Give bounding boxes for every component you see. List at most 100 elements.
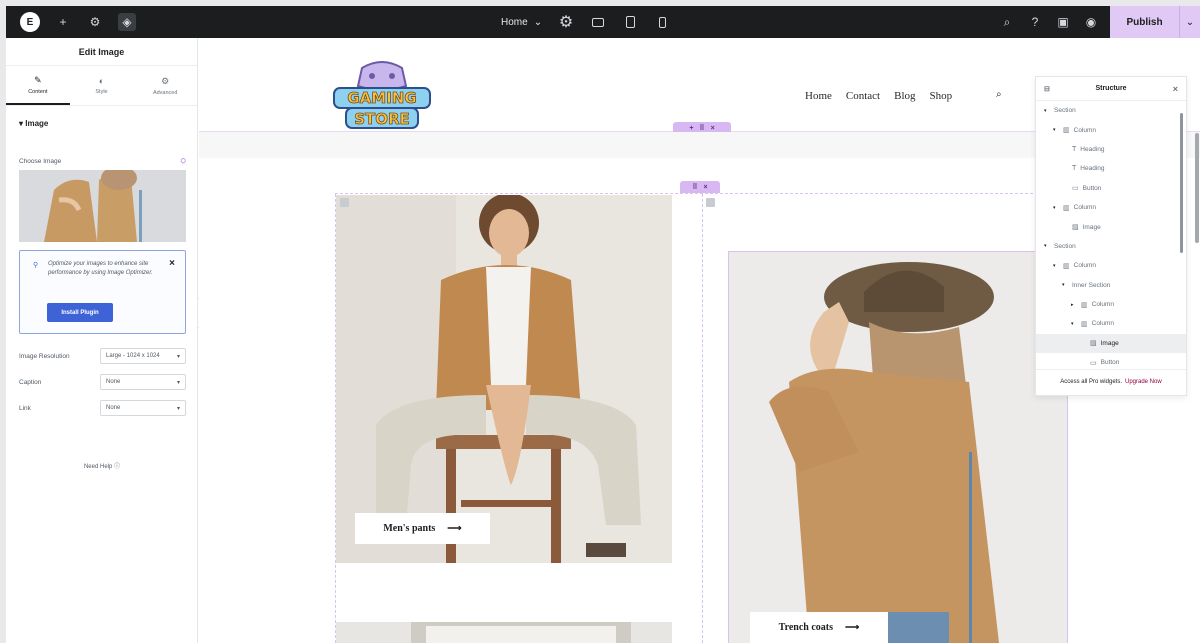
- structure-item-heading[interactable]: T Heading: [1036, 140, 1186, 159]
- image-thumbnail[interactable]: [19, 170, 186, 242]
- site-settings-icon[interactable]: ⚙: [86, 13, 104, 31]
- structure-item-heading[interactable]: T Heading: [1036, 159, 1186, 178]
- column-edit-handle[interactable]: [340, 198, 349, 207]
- image-resolution-select[interactable]: Large - 1024 x 1024 ▾: [100, 348, 186, 364]
- mens-pants-image[interactable]: [336, 195, 672, 563]
- tab-content[interactable]: ✎ Content: [6, 66, 70, 105]
- structure-toggle-icon[interactable]: ◈: [118, 13, 136, 31]
- tab-advanced[interactable]: ⚙ Advanced: [133, 66, 197, 105]
- mens-pants-button[interactable]: Men's pants ⟶: [355, 513, 490, 544]
- close-icon: ×: [710, 124, 715, 132]
- panel-title: Edit Image: [6, 38, 197, 66]
- nav-blog[interactable]: Blog: [894, 90, 915, 102]
- mobile-view-icon[interactable]: [654, 13, 670, 31]
- help-icon[interactable]: ?: [1026, 13, 1044, 31]
- structure-item-column[interactable]: ▾ ▥ Column: [1036, 198, 1186, 217]
- cta-label: Trench coats: [778, 622, 833, 633]
- close-icon: ×: [703, 183, 708, 191]
- trench-coats-image[interactable]: [729, 252, 1067, 643]
- close-icon[interactable]: ×: [169, 258, 175, 269]
- heading-icon: T: [1072, 145, 1077, 153]
- gaming-store-logo[interactable]: GAMING STORE: [332, 58, 432, 133]
- structure-scrollbar[interactable]: [1180, 113, 1183, 253]
- structure-item-section[interactable]: ▾ Section: [1036, 237, 1186, 256]
- structure-item-image[interactable]: ▨ Image: [1036, 333, 1186, 354]
- publish-options-chevron-icon[interactable]: ⌄: [1180, 6, 1200, 38]
- install-plugin-button[interactable]: Install Plugin: [47, 303, 113, 322]
- tab-label: Advanced: [152, 89, 178, 96]
- dynamic-tags-icon[interactable]: ⛭: [180, 158, 186, 166]
- structure-item-button[interactable]: ▭ Button: [1036, 179, 1186, 198]
- add-element-icon[interactable]: +: [54, 13, 72, 31]
- image-section-toggle[interactable]: ▾ Image: [6, 106, 197, 128]
- page-name: Home: [501, 16, 528, 28]
- panel-tabs: ✎ Content ◐ Style ⚙ Advanced: [6, 66, 197, 106]
- image-icon: ▨: [1072, 224, 1079, 232]
- cta-label: Men's pants: [383, 523, 436, 534]
- image-resolution-control: Image Resolution Large - 1024 x 1024 ▾: [19, 348, 186, 364]
- structure-item-label: Column: [1073, 204, 1097, 212]
- editor-window: E + ⚙ ◈ Home ⌄ ⚙ ⌕ ? ▣ ◉ Publish ⌄ Edit …: [6, 6, 1200, 643]
- structure-item-image[interactable]: ▨ Image: [1036, 217, 1186, 236]
- control-label: Caption: [19, 378, 42, 386]
- need-help-link[interactable]: Need Help ⓘ: [6, 461, 198, 470]
- notice-text: Optimize your images to enhance site per…: [48, 261, 153, 276]
- publish-button[interactable]: Publish: [1110, 6, 1180, 38]
- heading-icon: T: [1072, 165, 1077, 173]
- add-icon: +: [689, 124, 694, 132]
- drag-handle-icon: ⠿: [699, 125, 705, 132]
- notifications-icon[interactable]: ▣: [1054, 13, 1072, 31]
- site-search-icon[interactable]: ⌕: [996, 89, 1002, 100]
- structure-item-label: Image: [1082, 223, 1101, 231]
- tablet-view-icon[interactable]: [622, 13, 638, 31]
- pencil-icon: ✎: [34, 74, 42, 85]
- button-icon: ▭: [1090, 359, 1097, 367]
- lightbulb-icon: ⚲: [33, 262, 39, 269]
- structure-item-column[interactable]: ▾ ▥ Column: [1036, 314, 1186, 333]
- nav-contact[interactable]: Contact: [846, 90, 880, 102]
- chevron-down-icon: ▾: [176, 405, 180, 412]
- tab-style[interactable]: ◐ Style: [70, 66, 134, 105]
- column-edit-handle[interactable]: [706, 198, 715, 207]
- structure-item-label: Column: [1073, 126, 1097, 134]
- page-scrollbar[interactable]: [1195, 133, 1199, 243]
- structure-item-label: Button: [1082, 184, 1102, 192]
- upgrade-now-link[interactable]: Upgrade Now: [1125, 379, 1162, 385]
- structure-panel: ⊟ Structure × ▾ Section ▾ ▥ Column T Heading T H…: [1035, 76, 1187, 396]
- gear-icon: ⚙: [161, 75, 170, 86]
- search-icon[interactable]: ⌕: [998, 13, 1016, 31]
- control-label: Image Resolution: [19, 352, 70, 360]
- structure-item-column[interactable]: ▸ ▥ Column: [1036, 295, 1186, 314]
- nav-home[interactable]: Home: [805, 90, 832, 102]
- tab-label: Style: [95, 89, 108, 95]
- contrast-icon: ◐: [98, 76, 105, 86]
- structure-item-inner-section[interactable]: ▾ Inner Section: [1036, 276, 1186, 295]
- select-value: None: [106, 405, 121, 411]
- trench-coats-button[interactable]: Trench coats ⟶: [750, 612, 888, 643]
- elementor-logo-icon[interactable]: E: [20, 12, 40, 32]
- bottom-image[interactable]: [336, 622, 672, 643]
- link-select[interactable]: None ▾: [100, 400, 186, 416]
- image-icon: ▨: [1090, 340, 1097, 348]
- caption-select[interactable]: None ▾: [100, 374, 186, 390]
- column-icon: ▥: [1081, 301, 1088, 309]
- structure-item-section[interactable]: ▾ Section: [1036, 101, 1186, 120]
- page-settings-icon[interactable]: ⚙: [558, 13, 574, 31]
- structure-item-label: Column: [1091, 320, 1115, 328]
- structure-item-column[interactable]: ▾ ▥ Column: [1036, 120, 1186, 139]
- structure-item-button[interactable]: ▭ Button: [1036, 353, 1186, 369]
- desktop-view-icon[interactable]: [590, 13, 606, 31]
- caret-icon: ▾: [1044, 243, 1047, 250]
- content-section-controls[interactable]: ⠿ ×: [680, 181, 720, 193]
- nav-shop[interactable]: Shop: [930, 90, 953, 102]
- column-icon: ▥: [1081, 320, 1088, 328]
- structure-item-column[interactable]: ▾ ▥ Column: [1036, 256, 1186, 275]
- link-control: Link None ▾: [19, 400, 186, 416]
- widget-settings-panel: Edit Image ✎ Content ◐ Style ⚙ Advanced …: [6, 38, 198, 643]
- page-selector[interactable]: Home ⌄: [501, 17, 542, 28]
- preview-eye-icon[interactable]: ◉: [1082, 13, 1100, 31]
- optimizer-notice: ⚲ Optimize your images to enhance site p…: [19, 250, 186, 334]
- close-icon[interactable]: ×: [1173, 84, 1178, 94]
- help-icon: ⓘ: [114, 464, 121, 470]
- structure-item-label: Column: [1073, 262, 1097, 270]
